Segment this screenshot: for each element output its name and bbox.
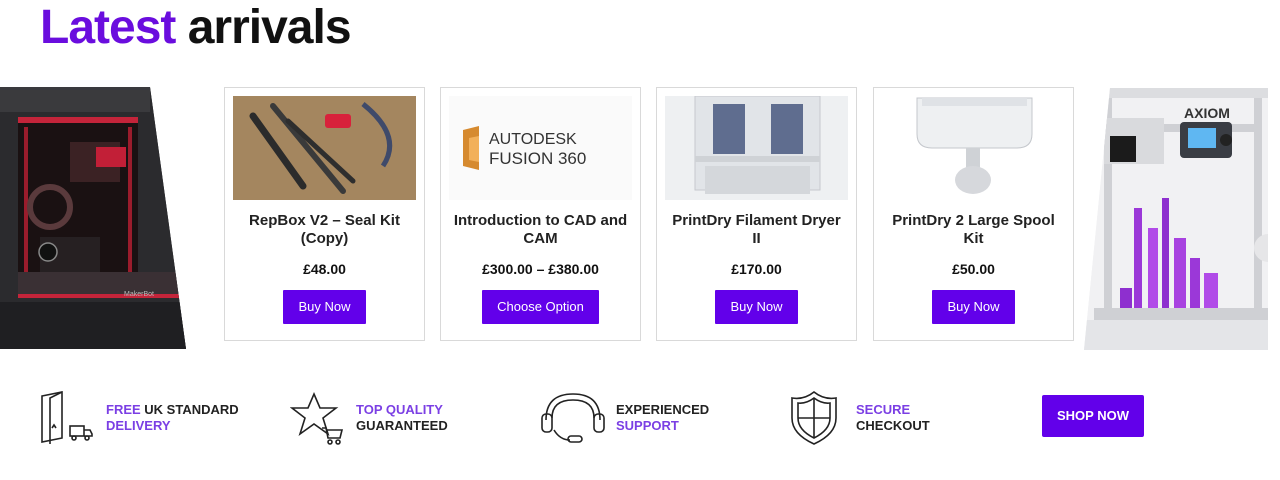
headset-icon bbox=[540, 390, 605, 446]
product-card[interactable]: AUTODESK FUSION 360 Introduction to CAD … bbox=[440, 87, 641, 341]
delivery-box-icon bbox=[40, 390, 96, 446]
feature-support: EXPERIENCED SUPPORT bbox=[540, 388, 709, 448]
product-title[interactable]: PrintDry Filament Dryer II bbox=[667, 212, 846, 248]
product-title[interactable]: PrintDry 2 Large Spool Kit bbox=[884, 212, 1063, 248]
product-card[interactable]: PrintDry 2 Large Spool Kit £50.00 Buy No… bbox=[873, 87, 1074, 341]
star-cart-icon bbox=[289, 390, 346, 446]
feature-secure-text: SECURE CHECKOUT bbox=[856, 402, 930, 433]
product-image: AUTODESK FUSION 360 bbox=[449, 96, 632, 200]
product-price: £170.00 bbox=[731, 261, 782, 277]
autodesk-logo-text: AUTODESK bbox=[489, 131, 577, 148]
feature-delivery: FREE UK STANDARD DELIVERY bbox=[40, 388, 239, 448]
product-card[interactable]: RepBox V2 – Seal Kit (Copy) £48.00 Buy N… bbox=[224, 87, 425, 341]
choose-option-button[interactable]: Choose Option bbox=[482, 290, 599, 324]
axiom-printer-image: AXIOM bbox=[1084, 88, 1268, 350]
product-price: £48.00 bbox=[303, 261, 346, 277]
buy-now-button[interactable]: Buy Now bbox=[715, 290, 798, 324]
feature-delivery-text: FREE UK STANDARD DELIVERY bbox=[106, 402, 239, 433]
product-title[interactable]: RepBox V2 – Seal Kit (Copy) bbox=[235, 212, 414, 248]
feature-support-text: EXPERIENCED SUPPORT bbox=[616, 402, 710, 433]
product-price: £50.00 bbox=[952, 261, 995, 277]
product-image bbox=[882, 96, 1065, 200]
carousel-next-banner[interactable]: AXIOM bbox=[1084, 88, 1268, 350]
product-image bbox=[233, 96, 416, 200]
section-title-rest: arrivals bbox=[187, 1, 352, 54]
feature-secure: SECURE CHECKOUT bbox=[790, 388, 930, 448]
makerbot-printer-image: MakerBot bbox=[0, 87, 186, 349]
product-card[interactable]: PrintDry Filament Dryer II £170.00 Buy N… bbox=[656, 87, 857, 341]
product-title[interactable]: Introduction to CAD and CAM bbox=[451, 212, 630, 248]
shop-now-button[interactable]: SHOP NOW bbox=[1042, 395, 1144, 437]
section-title-accent: Latest bbox=[40, 1, 176, 54]
buy-now-button[interactable]: Buy Now bbox=[283, 290, 366, 324]
feature-quality-text: TOP QUALITY GUARANTEED bbox=[356, 402, 448, 433]
fusion-logo-text: FUSION 360 bbox=[489, 149, 586, 168]
shield-icon bbox=[790, 390, 846, 446]
product-image bbox=[665, 96, 848, 200]
buy-now-button[interactable]: Buy Now bbox=[932, 290, 1015, 324]
product-price: £300.00 – £380.00 bbox=[482, 261, 599, 277]
makerbot-label: MakerBot bbox=[124, 291, 154, 298]
feature-quality: TOP QUALITY GUARANTEED bbox=[289, 388, 448, 448]
carousel-prev-banner[interactable]: MakerBot bbox=[0, 87, 186, 349]
section-title: Latest arrivals bbox=[40, 1, 352, 54]
axiom-label: AXIOM bbox=[1184, 105, 1230, 121]
